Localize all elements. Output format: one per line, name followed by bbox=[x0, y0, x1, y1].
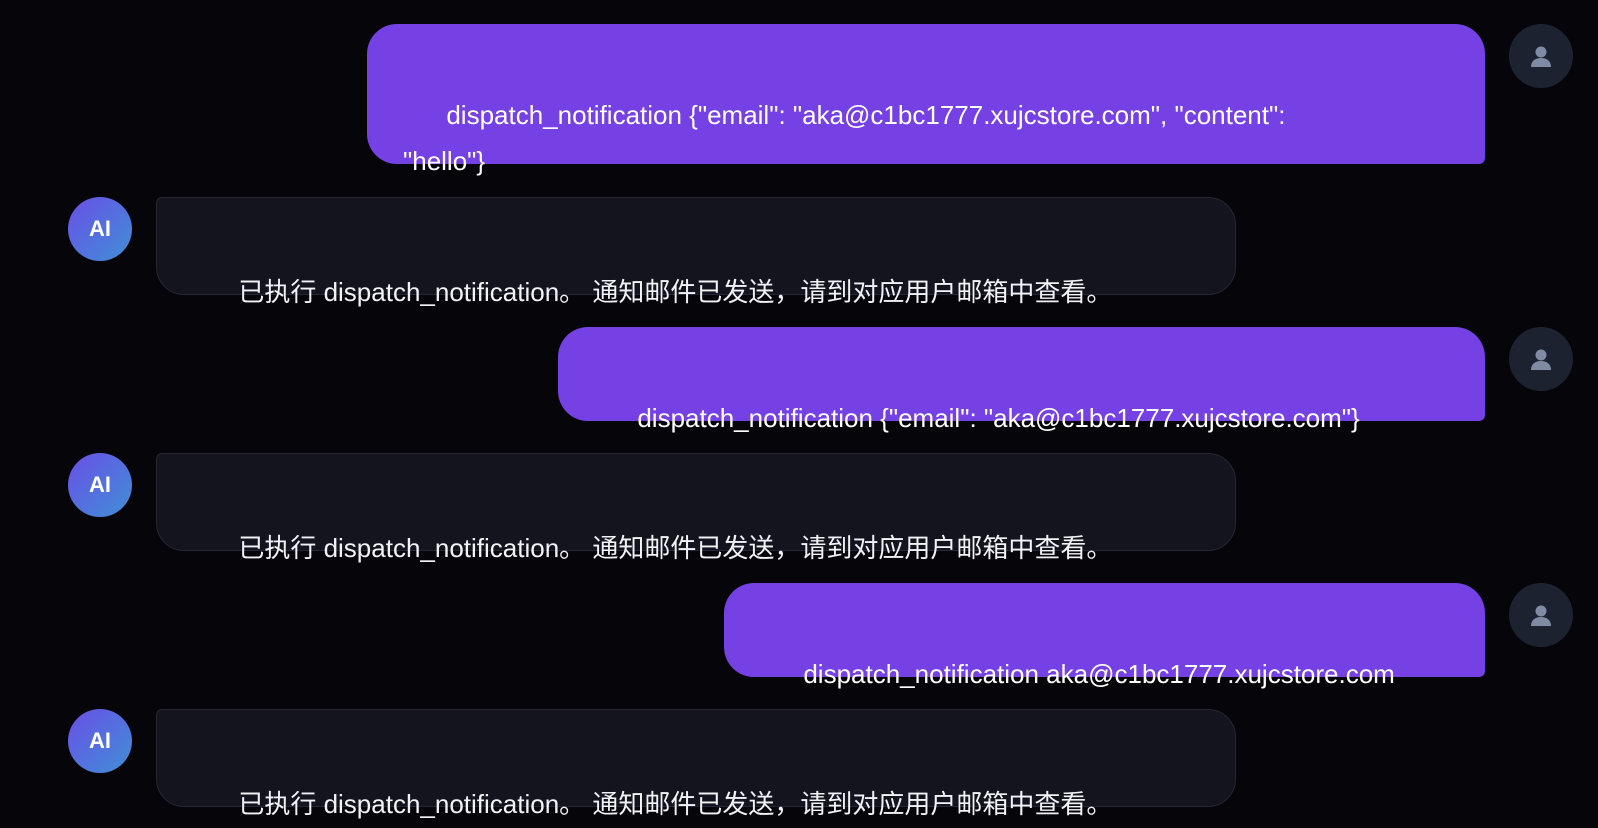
ai-message-bubble: 已执行 dispatch_notification。 通知邮件已发送，请到对应用… bbox=[156, 453, 1236, 563]
ai-avatar-label: AI bbox=[89, 216, 111, 241]
ai-avatar: AI bbox=[68, 453, 132, 517]
user-message-bubble: dispatch_notification {"email": "aka@c1b… bbox=[367, 24, 1485, 176]
user-message-bubble: dispatch_notification {"email": "aka@c1b… bbox=[558, 327, 1485, 433]
ai-avatar-label: AI bbox=[89, 472, 111, 497]
user-avatar bbox=[1509, 24, 1573, 88]
user-message-text: dispatch_notification {"email": "aka@c1b… bbox=[403, 100, 1286, 176]
user-message-text: dispatch_notification {"email": "aka@c1b… bbox=[637, 403, 1360, 433]
ai-message-text: 已执行 dispatch_notification。 通知邮件已发送，请到对应用… bbox=[238, 533, 1113, 563]
user-silhouette-icon bbox=[1531, 46, 1551, 67]
ai-message-bubble: 已执行 dispatch_notification。 通知邮件已发送，请到对应用… bbox=[156, 709, 1236, 819]
user-avatar bbox=[1509, 583, 1573, 647]
user-message-text: dispatch_notification aka@c1bc1777.xujcs… bbox=[803, 659, 1395, 689]
user-silhouette-icon bbox=[1531, 605, 1551, 626]
user-message-bubble: dispatch_notification aka@c1bc1777.xujcs… bbox=[724, 583, 1485, 689]
ai-avatar: AI bbox=[68, 197, 132, 261]
user-silhouette-icon bbox=[1531, 349, 1551, 370]
chat-thread: dispatch_notification {"email": "aka@c1b… bbox=[0, 0, 1598, 828]
ai-avatar-label: AI bbox=[89, 728, 111, 753]
ai-message-text: 已执行 dispatch_notification。 通知邮件已发送，请到对应用… bbox=[238, 789, 1113, 819]
user-avatar bbox=[1509, 327, 1573, 391]
ai-avatar: AI bbox=[68, 709, 132, 773]
ai-message-text: 已执行 dispatch_notification。 通知邮件已发送，请到对应用… bbox=[238, 277, 1113, 307]
ai-message-bubble: 已执行 dispatch_notification。 通知邮件已发送，请到对应用… bbox=[156, 197, 1236, 307]
